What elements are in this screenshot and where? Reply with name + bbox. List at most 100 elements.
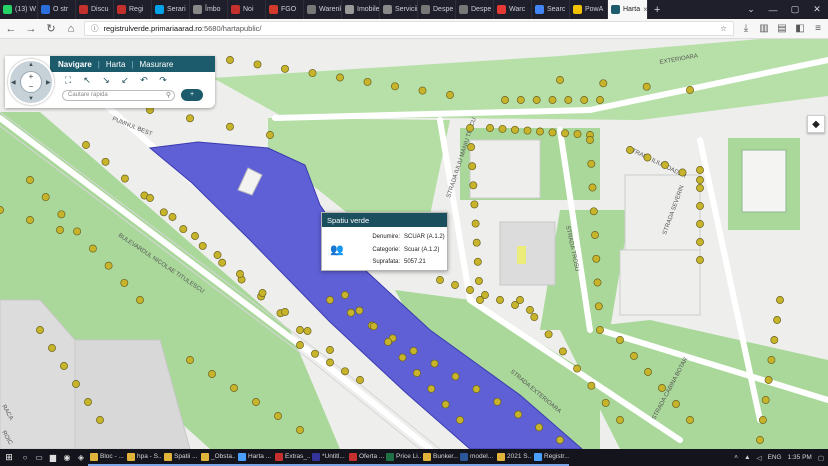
pan-down-icon[interactable]: ▼ bbox=[28, 96, 34, 102]
layers-button[interactable]: ◆ bbox=[807, 115, 825, 133]
taskbar-item[interactable]: Extras_... bbox=[273, 449, 310, 466]
tree-marker[interactable] bbox=[696, 176, 704, 184]
browser-tab[interactable]: Imobile bbox=[342, 0, 380, 19]
tree-marker[interactable] bbox=[591, 231, 599, 239]
taskbar-item[interactable]: *Untitl... bbox=[310, 449, 347, 466]
browser-tab[interactable]: Discu bbox=[76, 0, 114, 19]
tree-marker[interactable] bbox=[616, 416, 624, 424]
select-arrow-icon[interactable]: ↖ bbox=[82, 75, 92, 85]
zoom-out-box-icon[interactable]: ↙ bbox=[120, 75, 130, 85]
full-extent-icon[interactable]: ⛶ bbox=[63, 75, 73, 85]
tree-marker[interactable] bbox=[561, 129, 569, 138]
browser-tab[interactable]: Îmbo bbox=[190, 0, 228, 19]
tree-marker[interactable] bbox=[532, 96, 541, 104]
tree-marker[interactable] bbox=[616, 336, 624, 344]
new-tab-button[interactable]: + bbox=[648, 4, 666, 16]
next-extent-icon[interactable]: ↷ bbox=[158, 75, 168, 85]
tree-marker[interactable] bbox=[84, 398, 92, 406]
tree-marker[interactable] bbox=[556, 76, 564, 84]
tab-list-icon[interactable]: ⌄ bbox=[740, 4, 762, 15]
tree-marker[interactable] bbox=[412, 369, 421, 378]
tree-marker[interactable] bbox=[696, 202, 704, 210]
tree-marker[interactable] bbox=[56, 226, 64, 234]
taskbar-item[interactable]: Bunker... bbox=[421, 449, 458, 466]
close-window-icon[interactable]: ✕ bbox=[806, 4, 828, 15]
tree-marker[interactable] bbox=[427, 384, 436, 393]
browser-tab[interactable]: Regi bbox=[114, 0, 152, 19]
tree-marker[interactable] bbox=[773, 316, 782, 324]
tree-marker[interactable] bbox=[756, 436, 764, 444]
home-icon[interactable]: ⌂ bbox=[64, 23, 78, 35]
tree-marker[interactable] bbox=[226, 56, 234, 64]
tab-masurare[interactable]: Masurare bbox=[140, 60, 174, 69]
tree-marker[interactable] bbox=[341, 367, 349, 376]
tree-marker[interactable] bbox=[346, 308, 355, 317]
browser-tab[interactable]: Servicii bbox=[380, 0, 418, 19]
tree-marker[interactable] bbox=[493, 397, 502, 406]
tree-marker[interactable] bbox=[296, 326, 304, 334]
tree-marker[interactable] bbox=[136, 296, 144, 304]
tree-marker[interactable] bbox=[558, 347, 567, 356]
network-icon[interactable]: ▲ bbox=[744, 454, 750, 461]
tray-arrow-icon[interactable]: ˄ bbox=[734, 454, 738, 461]
tree-marker[interactable] bbox=[303, 327, 312, 335]
tree-marker[interactable] bbox=[274, 412, 282, 420]
tree-marker[interactable] bbox=[644, 368, 652, 376]
minimize-icon[interactable]: — bbox=[762, 5, 784, 15]
tree-marker[interactable] bbox=[523, 126, 532, 135]
tree-marker[interactable] bbox=[281, 64, 289, 73]
tree-marker[interactable] bbox=[580, 96, 589, 104]
tree-marker[interactable] bbox=[281, 308, 289, 316]
language-indicator[interactable]: ENG bbox=[768, 454, 782, 461]
tree-marker[interactable] bbox=[474, 276, 483, 285]
bookmark-star-icon[interactable]: ☆ bbox=[720, 24, 727, 33]
tree-marker[interactable] bbox=[296, 426, 304, 434]
tree-marker[interactable] bbox=[686, 416, 694, 424]
taskbar-item[interactable]: Harta ... bbox=[236, 449, 273, 466]
tree-marker[interactable] bbox=[599, 79, 608, 88]
tree-marker[interactable] bbox=[146, 194, 154, 202]
tree-marker[interactable] bbox=[82, 141, 90, 149]
tree-marker[interactable] bbox=[526, 306, 534, 314]
tree-marker[interactable] bbox=[466, 286, 474, 294]
tree-marker[interactable] bbox=[672, 400, 680, 408]
tree-marker[interactable] bbox=[451, 281, 459, 289]
tree-marker[interactable] bbox=[686, 86, 694, 94]
browser-tab[interactable]: O str bbox=[38, 0, 76, 19]
tree-marker[interactable] bbox=[308, 69, 317, 78]
tree-marker[interactable] bbox=[258, 289, 267, 297]
tree-marker[interactable] bbox=[696, 220, 704, 228]
tree-marker[interactable] bbox=[226, 122, 234, 131]
library-icon[interactable]: ▥ bbox=[758, 23, 770, 34]
search-icon[interactable]: ○ bbox=[18, 449, 32, 466]
tree-marker[interactable] bbox=[498, 124, 507, 133]
sidebar-icon[interactable]: ▤ bbox=[776, 23, 788, 34]
search-icon[interactable]: ⚲ bbox=[166, 91, 171, 99]
zoom-in-box-icon[interactable]: ↘ bbox=[101, 75, 111, 85]
tree-marker[interactable] bbox=[326, 358, 334, 367]
browser-tab[interactable]: Warenko bbox=[304, 0, 342, 19]
menu-icon[interactable]: ≡ bbox=[812, 23, 824, 34]
tree-marker[interactable] bbox=[471, 219, 480, 228]
pan-up-icon[interactable]: ▲ bbox=[28, 62, 34, 68]
tree-marker[interactable] bbox=[548, 128, 557, 137]
app-icon[interactable]: ◈ bbox=[74, 449, 88, 466]
download-icon[interactable]: ⤓ bbox=[740, 23, 752, 34]
tree-marker[interactable] bbox=[252, 398, 260, 406]
address-bar[interactable]: ⓘ registrulverde.primariaarad.ro:5680/ha… bbox=[84, 21, 734, 36]
tree-marker[interactable] bbox=[391, 82, 399, 91]
browser-tab[interactable]: Despe bbox=[418, 0, 456, 19]
tree-marker[interactable] bbox=[57, 210, 66, 219]
tree-marker[interactable] bbox=[696, 238, 704, 246]
tree-marker[interactable] bbox=[548, 96, 557, 104]
tree-marker[interactable] bbox=[696, 184, 704, 192]
tree-marker[interactable] bbox=[341, 291, 349, 299]
extension-icon[interactable]: ◧ bbox=[794, 23, 806, 34]
taskbar-item[interactable]: Spatii ... bbox=[162, 449, 199, 466]
browser-tab[interactable]: (13) W bbox=[0, 0, 38, 19]
tree-marker[interactable] bbox=[469, 181, 478, 190]
tree-marker[interactable] bbox=[418, 86, 427, 95]
taskbar-item[interactable]: Price Li... bbox=[384, 449, 421, 466]
tree-marker[interactable] bbox=[472, 238, 481, 247]
tree-marker[interactable] bbox=[516, 96, 525, 104]
